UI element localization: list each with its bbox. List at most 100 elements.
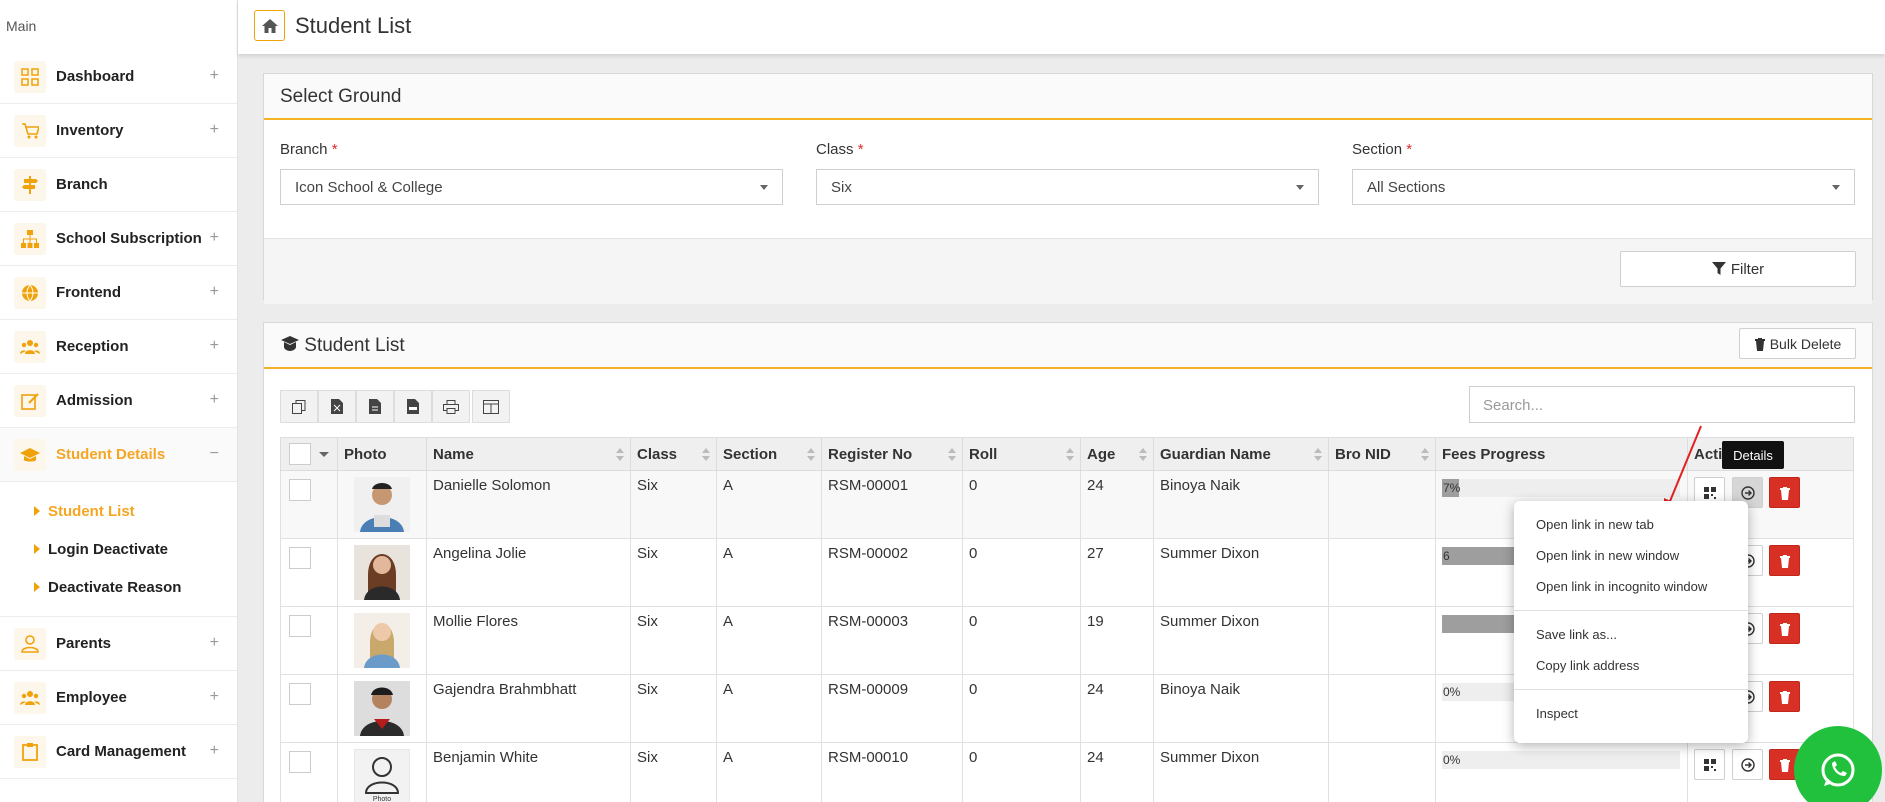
sidebar-item-frontend[interactable]: Frontend +	[0, 266, 237, 320]
sidebar-item-label: Card Management	[56, 743, 187, 760]
section-select[interactable]: All Sections	[1352, 169, 1855, 205]
student-age: 19	[1080, 606, 1154, 675]
menu-divider	[1514, 610, 1748, 611]
bulk-delete-button[interactable]: Bulk Delete	[1739, 328, 1856, 359]
menu-item-save-link[interactable]: Save link as...	[1514, 619, 1748, 650]
student-roll: 0	[962, 742, 1081, 802]
sidebar-item-label: Frontend	[56, 284, 121, 301]
sidebar-item-card-management[interactable]: Card Management +	[0, 725, 237, 779]
column-header-age[interactable]: Age	[1080, 437, 1154, 471]
sidebar-item-reception[interactable]: Reception +	[0, 320, 237, 374]
chevron-down-icon	[1832, 185, 1840, 190]
menu-item-copy-link[interactable]: Copy link address	[1514, 650, 1748, 681]
expand-toggle-icon[interactable]: +	[210, 688, 219, 706]
student-photo	[354, 545, 410, 600]
delete-button[interactable]	[1769, 545, 1800, 576]
expand-toggle-icon[interactable]: +	[210, 742, 219, 760]
delete-button[interactable]	[1769, 613, 1800, 644]
details-button[interactable]	[1732, 749, 1763, 780]
sidebar-subitem-login-deactivate[interactable]: Login Deactivate	[0, 530, 237, 568]
column-header-register-no[interactable]: Register No	[821, 437, 963, 471]
csv-button[interactable]	[356, 390, 394, 423]
trash-icon	[1754, 337, 1765, 351]
column-header-guardian-name[interactable]: Guardian Name	[1153, 437, 1329, 471]
home-button[interactable]	[254, 10, 285, 41]
pdf-button[interactable]	[394, 390, 432, 423]
select-ground-panel: Select Ground Branch * Icon School & Col…	[263, 73, 1873, 304]
student-list-title: Student List	[304, 335, 405, 356]
sidebar-item-label: Student Details	[56, 446, 166, 463]
student-list-header: Student List Bulk Delete	[264, 323, 1872, 369]
sidebar-item-label: Inventory	[56, 122, 124, 139]
sidebar-item-dashboard[interactable]: Dashboard +	[0, 50, 237, 104]
sidebar-subitem-deactivate-reason[interactable]: Deactivate Reason	[0, 568, 237, 606]
sidebar-subitem-student-list[interactable]: Student List	[0, 492, 237, 530]
row-checkbox[interactable]	[289, 683, 311, 705]
select-all-header[interactable]	[280, 437, 338, 471]
menu-item-open-incognito[interactable]: Open link in incognito window	[1514, 571, 1748, 602]
class-select[interactable]: Six	[816, 169, 1319, 205]
delete-button[interactable]	[1769, 477, 1800, 508]
menu-item-inspect[interactable]: Inspect	[1514, 698, 1748, 729]
bro-nid	[1328, 538, 1436, 607]
expand-toggle-icon[interactable]: +	[210, 283, 219, 301]
columns-button[interactable]	[472, 390, 510, 423]
student-section: A	[716, 742, 822, 802]
sidebar-item-student-details[interactable]: Student Details −	[0, 428, 237, 482]
print-button[interactable]	[432, 390, 470, 423]
student-section: A	[716, 674, 822, 743]
fees-progress-label: 0%	[1443, 685, 1461, 699]
expand-toggle-icon[interactable]: +	[210, 337, 219, 355]
graduation-cap-icon	[281, 336, 299, 351]
student-section: A	[716, 470, 822, 539]
row-checkbox[interactable]	[289, 547, 311, 569]
page-title: Student List	[295, 13, 412, 38]
column-header-section[interactable]: Section	[716, 437, 822, 471]
copy-icon	[292, 399, 306, 414]
expand-toggle-icon[interactable]: −	[210, 445, 219, 463]
sidebar-item-employee[interactable]: Employee +	[0, 671, 237, 725]
menu-item-open-new-tab[interactable]: Open link in new tab	[1514, 509, 1748, 540]
column-header-bro-nid[interactable]: Bro NID	[1328, 437, 1436, 471]
filter-button[interactable]: Filter	[1620, 251, 1856, 287]
file-pdf-icon	[407, 399, 419, 414]
fees-progress-label	[1442, 617, 1443, 631]
row-checkbox[interactable]	[289, 751, 311, 773]
branch-select[interactable]: Icon School & College	[280, 169, 783, 205]
column-header-name[interactable]: Name	[426, 437, 631, 471]
row-checkbox[interactable]	[289, 479, 311, 501]
sidebar-item-label: School Subscription	[56, 230, 202, 247]
expand-toggle-icon[interactable]: +	[210, 67, 219, 85]
expand-toggle-icon[interactable]: +	[210, 391, 219, 409]
student-register-no: RSM-00001	[821, 470, 963, 539]
sidebar-item-school-subscription[interactable]: School Subscription +	[0, 212, 237, 266]
sidebar-item-branch[interactable]: Branch	[0, 158, 237, 212]
delete-button[interactable]	[1769, 681, 1800, 712]
row-checkbox[interactable]	[289, 615, 311, 637]
column-header-class[interactable]: Class	[630, 437, 717, 471]
sidebar-subitem-label: Deactivate Reason	[48, 578, 182, 596]
excel-button[interactable]	[318, 390, 356, 423]
menu-item-open-new-window[interactable]: Open link in new window	[1514, 540, 1748, 571]
student-photo	[354, 477, 410, 532]
photo-cell: Photo	[337, 742, 427, 802]
student-age: 24	[1080, 470, 1154, 539]
student-photo	[354, 613, 410, 668]
search-input[interactable]: Search...	[1469, 386, 1855, 423]
copy-button[interactable]	[280, 390, 318, 423]
student-photo: Photo	[353, 748, 411, 802]
column-header-roll[interactable]: Roll	[962, 437, 1081, 471]
expand-toggle-icon[interactable]: +	[210, 634, 219, 652]
sidebar-item-parents[interactable]: Parents +	[0, 617, 237, 671]
sidebar-item-label: Parents	[56, 635, 112, 652]
expand-toggle-icon[interactable]: +	[210, 229, 219, 247]
student-roll: 0	[962, 470, 1081, 539]
expand-toggle-icon[interactable]: +	[210, 121, 219, 139]
qr-button[interactable]	[1694, 749, 1725, 780]
sidebar-item-admission[interactable]: Admission +	[0, 374, 237, 428]
whatsapp-icon	[1821, 753, 1855, 787]
clipboard-icon	[14, 735, 46, 768]
student-photo	[354, 681, 410, 736]
sidebar-item-inventory[interactable]: Inventory +	[0, 104, 237, 158]
class-label: Class *	[816, 141, 864, 158]
